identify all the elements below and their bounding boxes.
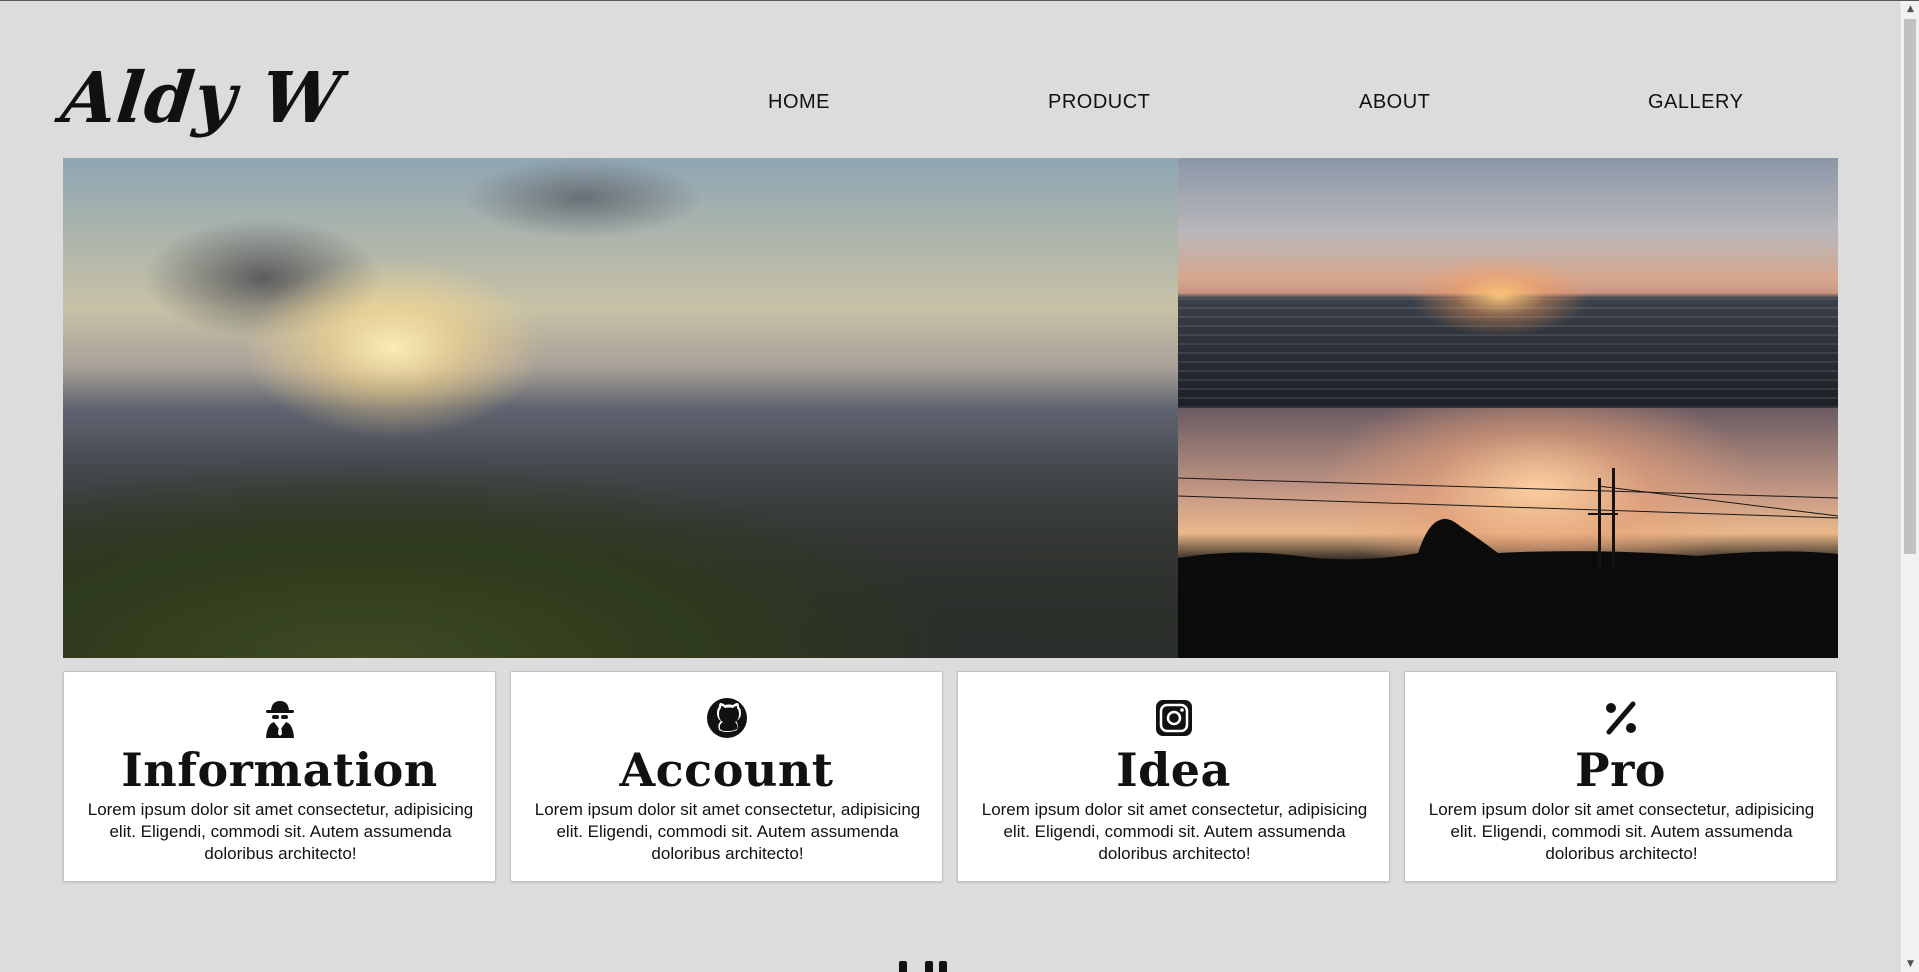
card-account: Account Lorem ipsum dolor sit amet conse… [510,671,943,882]
scrollbar[interactable]: ▲ ▼ [1900,1,1919,972]
nav-home[interactable]: HOME [768,91,830,114]
scroll-down-arrow-icon[interactable]: ▼ [1901,956,1919,972]
card-title: Account [619,743,834,797]
scroll-thumb[interactable] [1904,19,1916,554]
nav-product[interactable]: PRODUCT [1048,91,1150,114]
card-pro: Pro Lorem ipsum dolor sit amet consectet… [1404,671,1837,882]
hero-gallery [63,158,1838,658]
sea-sunset-image [1178,158,1838,408]
next-section-heading-partial [895,959,955,972]
card-title: Pro [1574,743,1666,797]
nav-about[interactable]: ABOUT [1359,91,1430,114]
hill-shape [63,438,1178,658]
power-line-sunset-image [1178,408,1838,658]
instagram-icon [1155,700,1192,736]
feature-cards: Information Lorem ipsum dolor sit amet c… [63,671,1839,884]
percent-icon [1605,701,1636,735]
card-text: Lorem ipsum dolor sit amet consectetur, … [1428,800,1815,863]
card-title: Idea [1116,743,1231,797]
card-idea: Idea Lorem ipsum dolor sit amet consecte… [957,671,1390,882]
card-text: Lorem ipsum dolor sit amet consectetur, … [981,800,1368,863]
scroll-up-arrow-icon[interactable]: ▲ [1901,1,1919,18]
page: Aldy W HOME PRODUCT ABOUT GALLERY Inform… [0,0,1919,972]
power-line-silhouette [1178,468,1838,658]
github-icon [706,698,747,738]
card-title: Information [121,743,438,797]
main-nav: HOME PRODUCT ABOUT GALLERY [0,91,1840,121]
nav-gallery[interactable]: GALLERY [1648,91,1743,114]
card-text: Lorem ipsum dolor sit amet consectetur, … [534,800,921,863]
spy-icon [265,701,294,738]
mountain-sunset-image [63,158,1178,658]
card-text: Lorem ipsum dolor sit amet consectetur, … [87,800,474,863]
card-information: Information Lorem ipsum dolor sit amet c… [63,671,496,882]
sea-waves [1178,298,1838,408]
